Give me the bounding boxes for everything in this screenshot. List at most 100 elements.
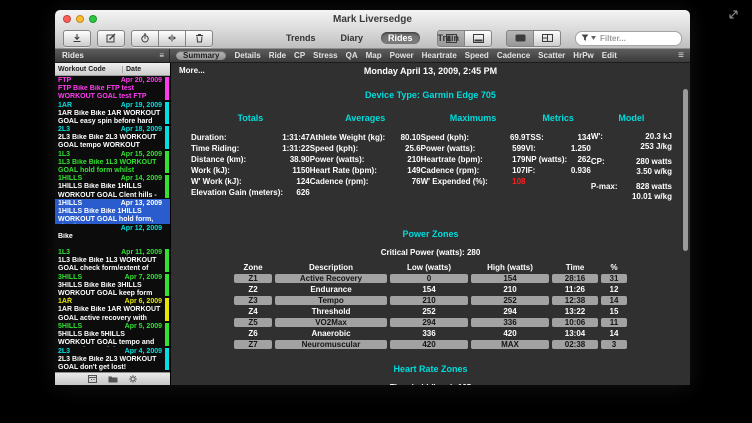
heart-rate-zones-section: Heart Rate Zones Threshold (bpm): 165 bbox=[171, 364, 690, 385]
window-body: Workout Code Date FTPApr 20, 2009FTP Bik… bbox=[55, 63, 690, 385]
zoom-button[interactable] bbox=[89, 15, 97, 23]
view-tab-cp[interactable]: CP bbox=[294, 51, 305, 60]
bottom-bar-toggle-button[interactable] bbox=[465, 30, 492, 47]
ride-list-item[interactable]: 1L3Apr 11, 20091L3 Bike Bike 1L3 WORKOUT… bbox=[55, 248, 170, 273]
view-tab-summary[interactable]: Summary bbox=[176, 51, 226, 60]
delete-ride-button[interactable] bbox=[186, 30, 213, 47]
app-tab-diary[interactable]: Diary bbox=[333, 32, 370, 44]
stat-column-title: Totals bbox=[191, 113, 310, 123]
view-tab-stress[interactable]: Stress bbox=[313, 51, 337, 60]
power-zone-row: Z4Threshold25229413:2215 bbox=[234, 307, 627, 316]
bottom-pane-icon bbox=[473, 34, 484, 43]
power-zone-cell: 13:04 bbox=[552, 329, 598, 338]
view-tab-heartrate[interactable]: Heartrate bbox=[422, 51, 457, 60]
power-zone-row: Z2Endurance15421011:2612 bbox=[234, 285, 627, 294]
ride-color-stripe bbox=[165, 249, 169, 272]
power-zone-cell: Endurance bbox=[275, 285, 387, 294]
ride-workout-code: 3HILLS bbox=[58, 274, 82, 282]
power-zone-cell: 154 bbox=[390, 285, 468, 294]
ride-list-item[interactable]: 1ARApr 6, 20091AR Bike Bike 1AR WORKOUT … bbox=[55, 297, 170, 322]
ride-description: 1HILLS Bike Bike 1HILLS WORKOUT GOAL hol… bbox=[58, 208, 162, 224]
power-zone-row: Z6Anaerobic33642013:0414 bbox=[234, 329, 627, 338]
split-arrows-icon bbox=[167, 33, 177, 43]
power-zone-cell: 12 bbox=[601, 285, 627, 294]
ride-item-header: 1ARApr 6, 2009 bbox=[58, 298, 162, 306]
view-tab-power[interactable]: Power bbox=[390, 51, 414, 60]
stat-column-title: Model bbox=[591, 113, 672, 123]
view-tab-hrpw[interactable]: HrPw bbox=[573, 51, 593, 60]
ride-date: Apr 13, 2009 bbox=[121, 200, 162, 208]
ride-list-item[interactable]: FTPApr 20, 2009FTP Bike Bike FTP test WO… bbox=[55, 76, 170, 101]
ride-list-item[interactable]: 2L3Apr 4, 20092L3 Bike Bike 2L3 WORKOUT … bbox=[55, 347, 170, 372]
layout-style-group bbox=[506, 30, 561, 47]
ride-item-header: 2L3Apr 18, 2009 bbox=[58, 126, 162, 134]
app-tab-train[interactable]: Train bbox=[431, 32, 467, 44]
power-zone-cell: Z2 bbox=[234, 285, 272, 294]
view-tab-details[interactable]: Details bbox=[234, 51, 260, 60]
calendar-icon[interactable] bbox=[88, 375, 97, 383]
power-zone-cell: 10:06 bbox=[552, 318, 598, 327]
ride-list-item[interactable]: 1HILLSApr 14, 20091HILLS Bike Bike 1HILL… bbox=[55, 174, 170, 199]
power-zone-cell: Z6 bbox=[234, 329, 272, 338]
power-zone-cell: 14 bbox=[601, 329, 627, 338]
stat-label: Power (watts): bbox=[310, 154, 365, 165]
ride-list-item[interactable]: 1ARApr 19, 20091AR Bike Bike 1AR WORKOUT… bbox=[55, 101, 170, 126]
folder-icon[interactable] bbox=[108, 375, 118, 383]
download-icon bbox=[72, 33, 82, 43]
stat-value: 599 bbox=[512, 143, 525, 154]
ride-list-item[interactable]: Apr 12, 2009Bike bbox=[55, 224, 170, 249]
gear-icon[interactable] bbox=[129, 375, 137, 383]
column-header-workout-code[interactable]: Workout Code bbox=[55, 66, 122, 73]
ride-description: 1AR Bike Bike 1AR WORKOUT GOAL easy spin… bbox=[58, 110, 162, 126]
ride-list-item[interactable]: 1L3Apr 3, 2009 bbox=[55, 371, 170, 372]
stat-label: W' Expended (%): bbox=[421, 176, 488, 187]
power-zone-cell: Z5 bbox=[234, 318, 272, 327]
ride-list-item[interactable]: 3HILLSApr 7, 20093HILLS Bike Bike 3HILLS… bbox=[55, 273, 170, 298]
power-zones-section: Power Zones Critical Power (watts): 280 … bbox=[171, 229, 690, 351]
app-tab-trends[interactable]: Trends bbox=[279, 32, 323, 44]
ride-list-item[interactable]: 1L3Apr 15, 20091L3 Bike Bike 1L3 WORKOUT… bbox=[55, 150, 170, 175]
ride-list-item[interactable]: 5HILLSApr 5, 20095HILLS Bike 5HILLS WORK… bbox=[55, 322, 170, 347]
column-header-date[interactable]: Date bbox=[122, 66, 170, 73]
ride-item-header: Apr 12, 2009 bbox=[58, 225, 162, 233]
ride-date: Apr 7, 2009 bbox=[125, 274, 162, 282]
power-zone-cell: Z3 bbox=[234, 296, 272, 305]
ride-list-item[interactable]: 1HILLSApr 13, 20091HILLS Bike Bike 1HILL… bbox=[55, 199, 170, 224]
filter-input[interactable] bbox=[598, 33, 676, 44]
chart-menu-icon[interactable]: ≡ bbox=[676, 49, 690, 62]
view-tab-edit[interactable]: Edit bbox=[602, 51, 617, 60]
view-tab-cadence[interactable]: Cadence bbox=[497, 51, 530, 60]
view-tab-scatter[interactable]: Scatter bbox=[538, 51, 565, 60]
app-tab-rides[interactable]: Rides bbox=[381, 32, 420, 44]
filter-field[interactable] bbox=[575, 31, 682, 46]
threshold-line: Threshold (bpm): 165 bbox=[171, 383, 690, 385]
view-tab-speed[interactable]: Speed bbox=[465, 51, 489, 60]
tabbed-view-button[interactable] bbox=[506, 30, 534, 47]
sidebar-menu-icon[interactable]: ≡ bbox=[159, 51, 164, 60]
compare-button[interactable] bbox=[159, 30, 186, 47]
view-tab-ride[interactable]: Ride bbox=[269, 51, 286, 60]
manual-entry-button[interactable] bbox=[97, 30, 125, 47]
tiled-view-button[interactable] bbox=[534, 30, 561, 47]
ride-list-item[interactable]: 2L3Apr 18, 20092L3 Bike Bike 2L3 WORKOUT… bbox=[55, 125, 170, 150]
titlebar[interactable]: Mark Liversedge bbox=[55, 10, 690, 28]
power-zone-cell: 14 bbox=[601, 296, 627, 305]
stat-label: Athlete Weight (kg): bbox=[310, 132, 385, 143]
more-link[interactable]: More... bbox=[179, 66, 205, 75]
view-tab-qa[interactable]: QA bbox=[346, 51, 358, 60]
detach-resize-icon[interactable] bbox=[728, 9, 739, 20]
ride-date: Apr 15, 2009 bbox=[121, 151, 162, 159]
split-ride-button[interactable] bbox=[131, 30, 159, 47]
ride-item-header: 2L3Apr 4, 2009 bbox=[58, 348, 162, 356]
content-scrollbar[interactable] bbox=[683, 89, 688, 251]
minimize-button[interactable] bbox=[76, 15, 84, 23]
view-tab-map[interactable]: Map bbox=[366, 51, 382, 60]
close-button[interactable] bbox=[63, 15, 71, 23]
ride-color-stripe bbox=[165, 298, 169, 321]
content-header: More... Monday April 13, 2009, 2:45 PM bbox=[171, 66, 690, 81]
ride-description: 1L3 Bike Bike 1L3 WORKOUT GOAL check for… bbox=[58, 257, 162, 273]
stat-row: NP (watts):262 bbox=[526, 154, 591, 165]
download-ride-button[interactable] bbox=[63, 30, 91, 47]
ride-workout-code: 1AR bbox=[58, 298, 72, 306]
filter-funnel-icon bbox=[581, 34, 589, 42]
